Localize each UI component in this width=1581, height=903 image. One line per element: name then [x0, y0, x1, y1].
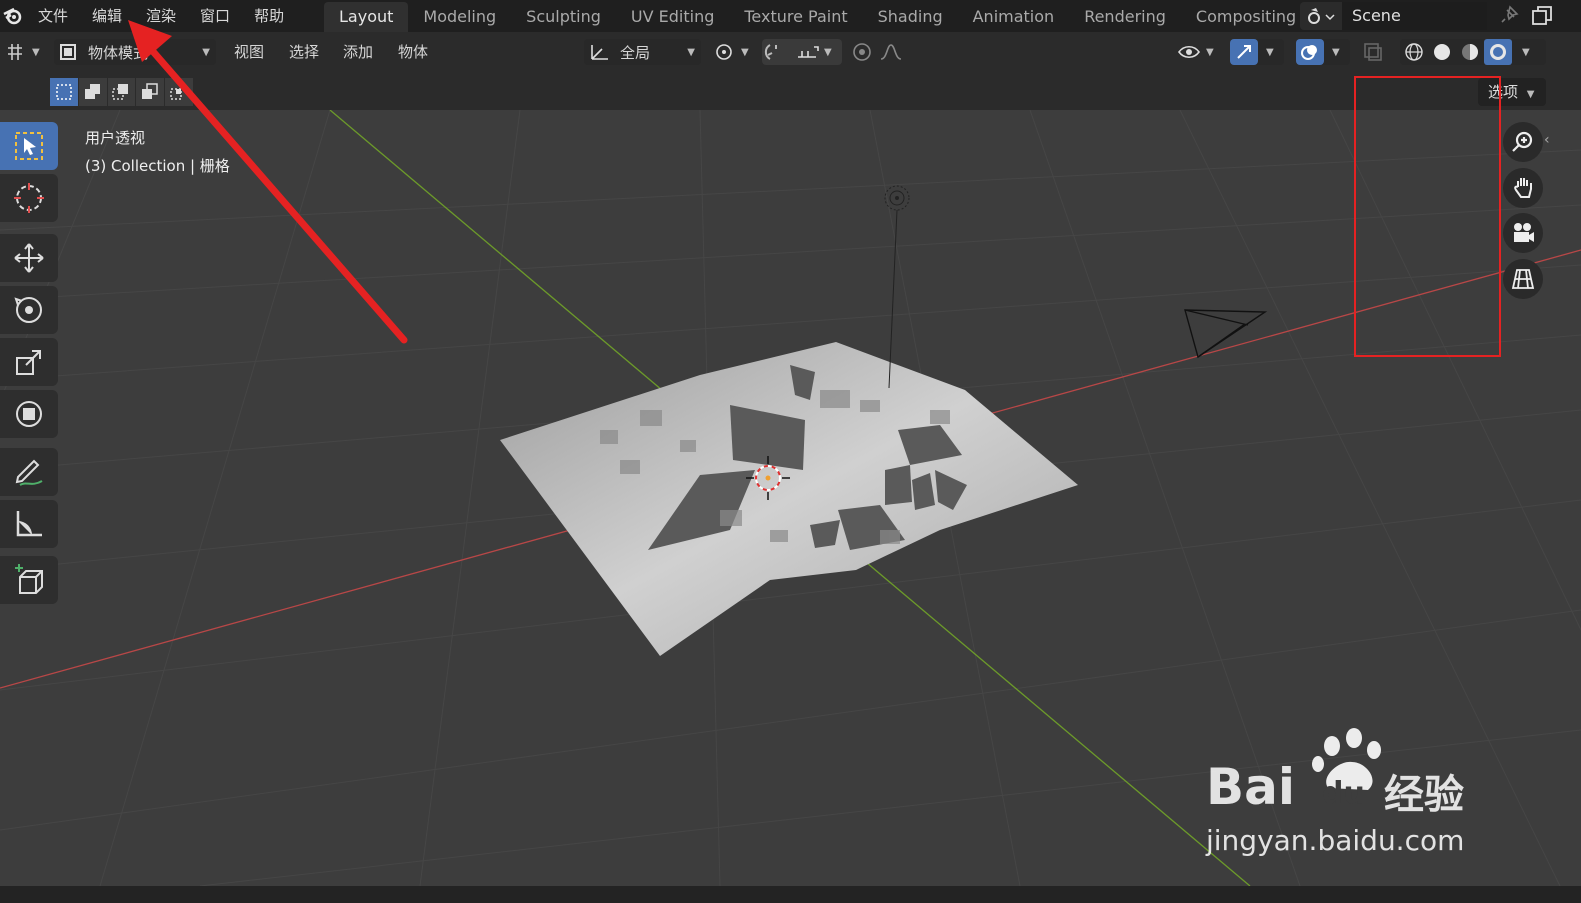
watermark-url: jingyan.baidu.com [1206, 824, 1465, 857]
watermark-brand: Bai [1206, 758, 1295, 816]
status-bar [0, 886, 1581, 903]
watermark-brand-cn: 经验 [1384, 772, 1464, 818]
watermark-brand-du: du [1322, 776, 1365, 811]
baidu-watermark: Bai du 经验 jingyan.baidu.com [1200, 728, 1500, 868]
